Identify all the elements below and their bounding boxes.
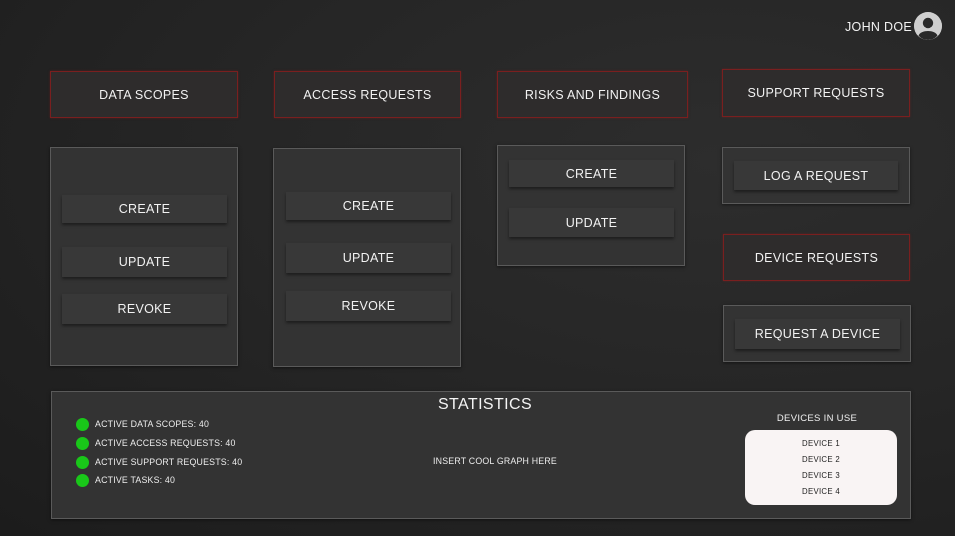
- risks-findings-create-button[interactable]: CREATE: [509, 160, 674, 187]
- stat-active-access-requests: ACTIVE ACCESS REQUESTS: 40: [95, 438, 236, 448]
- stat-row: ACTIVE SUPPORT REQUESTS: 40: [76, 455, 242, 469]
- stat-row: ACTIVE TASKS: 40: [76, 473, 175, 487]
- data-scopes-create-button[interactable]: CREATE: [62, 195, 227, 223]
- risks-findings-update-button[interactable]: UPDATE: [509, 208, 674, 237]
- device-item[interactable]: DEVICE 3: [802, 468, 840, 484]
- request-device-button[interactable]: REQUEST A DEVICE: [735, 319, 900, 349]
- access-requests-update-button[interactable]: UPDATE: [286, 243, 451, 273]
- data-scopes-revoke-button[interactable]: REVOKE: [62, 294, 227, 324]
- device-item[interactable]: DEVICE 4: [802, 484, 840, 500]
- device-requests-header[interactable]: DEVICE REQUESTS: [723, 234, 910, 281]
- log-request-button[interactable]: LOG A REQUEST: [734, 161, 898, 190]
- stat-active-support-requests: ACTIVE SUPPORT REQUESTS: 40: [95, 457, 243, 467]
- device-item[interactable]: DEVICE 2: [802, 452, 840, 468]
- support-requests-header[interactable]: SUPPORT REQUESTS: [722, 69, 910, 117]
- access-requests-create-button[interactable]: CREATE: [286, 192, 451, 220]
- stat-row: ACTIVE DATA SCOPES: 40: [76, 417, 209, 431]
- user-name: JOHN DOE: [845, 20, 912, 34]
- data-scopes-update-button[interactable]: UPDATE: [62, 247, 227, 277]
- status-dot-icon: [76, 417, 89, 431]
- status-dot-icon: [76, 436, 89, 450]
- stat-active-tasks: ACTIVE TASKS: 40: [95, 475, 176, 485]
- device-item[interactable]: DEVICE 1: [802, 436, 840, 452]
- status-dot-icon: [76, 455, 89, 469]
- statistics-title: STATISTICS: [437, 396, 533, 413]
- devices-list: DEVICE 1 DEVICE 2 DEVICE 3 DEVICE 4: [745, 430, 897, 505]
- user-circle-icon[interactable]: [914, 12, 942, 40]
- stat-active-data-scopes: ACTIVE DATA SCOPES: 40: [95, 419, 210, 429]
- access-requests-header[interactable]: ACCESS REQUESTS: [274, 71, 461, 118]
- stat-row: ACTIVE ACCESS REQUESTS: 40: [76, 436, 236, 450]
- data-scopes-header[interactable]: DATA SCOPES: [50, 71, 238, 118]
- graph-placeholder: INSERT COOL GRAPH HERE: [433, 456, 557, 466]
- access-requests-revoke-button[interactable]: REVOKE: [286, 291, 451, 321]
- risks-findings-header[interactable]: RISKS AND FINDINGS: [497, 71, 688, 118]
- devices-in-use-title: DEVICES IN USE: [776, 413, 858, 424]
- status-dot-icon: [76, 473, 89, 487]
